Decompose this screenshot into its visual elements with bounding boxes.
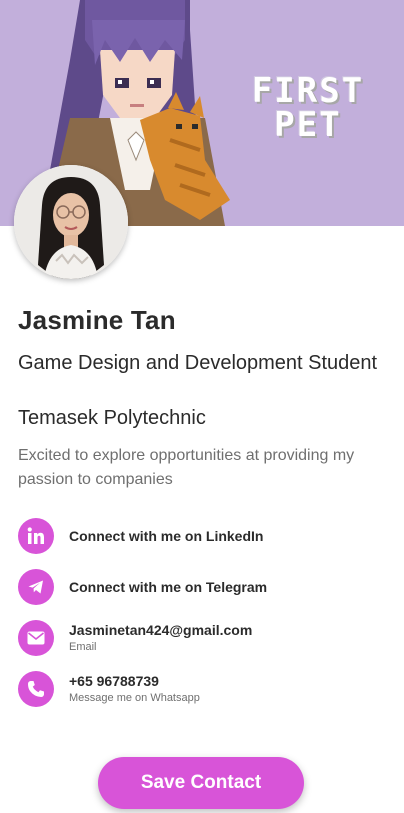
job-title: Game Design and Development Student: [18, 352, 378, 374]
save-contact-button[interactable]: Save Contact: [98, 757, 304, 809]
banner-title: FIRST PET: [251, 71, 365, 145]
avatar: [14, 165, 128, 279]
profile-photo: [14, 165, 128, 279]
link-sublabel: Message me on Whatsapp: [69, 692, 200, 704]
telegram-link[interactable]: Connect with me on Telegram: [18, 569, 390, 605]
link-sublabel: Email: [69, 641, 97, 653]
telegram-icon: [18, 569, 54, 605]
link-label: +65 96788739: [69, 673, 159, 689]
phone-link[interactable]: +65 96788739 Message me on Whatsapp: [18, 671, 390, 707]
organization-name: Temasek Polytechnic: [18, 407, 206, 429]
link-label: Connect with me on Telegram: [69, 579, 268, 595]
email-link[interactable]: Jasminetan424@gmail.com Email: [18, 620, 390, 656]
profile-bio: Excited to explore opportunities at prov…: [18, 447, 355, 488]
profile-name: Jasmine Tan: [18, 305, 176, 335]
contact-links: Connect with me on LinkedIn Connect with…: [18, 518, 390, 722]
email-icon: [18, 620, 54, 656]
linkedin-icon: [18, 518, 54, 554]
link-label: Connect with me on LinkedIn: [69, 528, 264, 544]
linkedin-link[interactable]: Connect with me on LinkedIn: [18, 518, 390, 554]
phone-icon: [18, 671, 54, 707]
link-label: Jasminetan424@gmail.com: [69, 622, 253, 638]
